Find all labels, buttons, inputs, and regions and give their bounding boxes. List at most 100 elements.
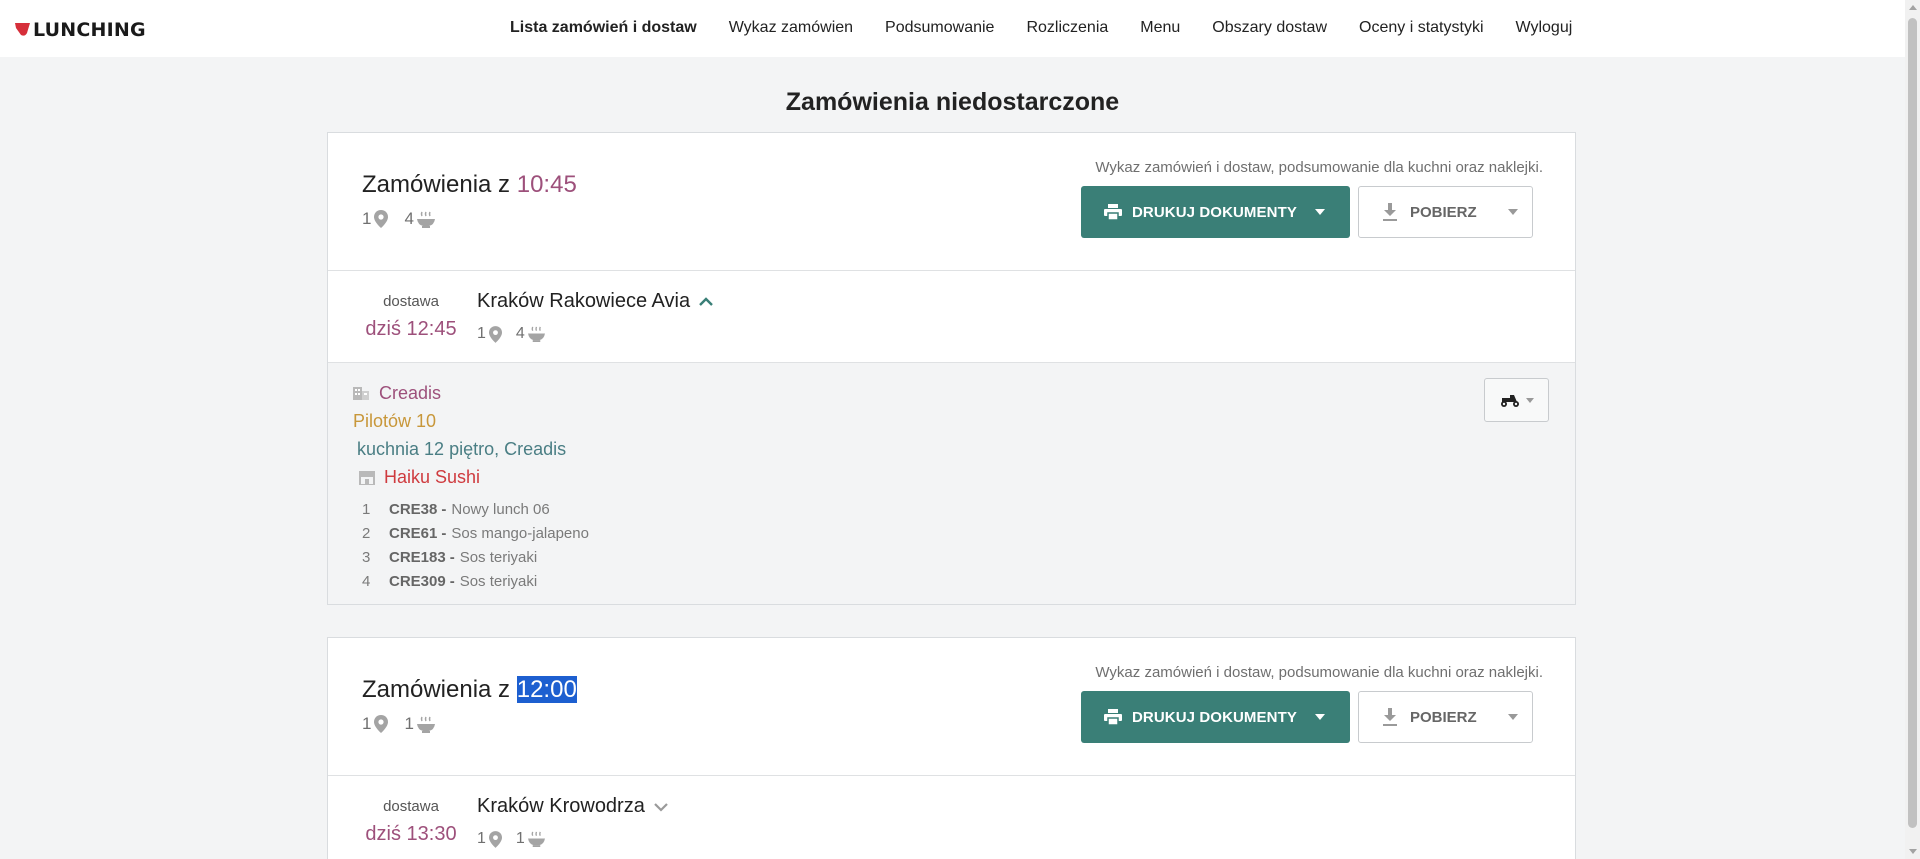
order-section-header: Zamówienia z 12:00 1 1 Wykaz zamówień i … [328, 638, 1575, 776]
list-item: 4 CRE309 - Sos teriyaki [362, 569, 589, 593]
delivery-label: dostawa [383, 798, 439, 815]
nav-item-delivery-areas[interactable]: Obszary dostaw [1212, 19, 1327, 37]
meals-count: 1 [515, 830, 525, 847]
nav-item-menu[interactable]: Menu [1140, 19, 1180, 37]
location-pin-icon [374, 210, 389, 228]
list-item: 3 CRE183 - Sos teriyaki [362, 545, 589, 569]
section-title-prefix: Zamówienia z [362, 676, 511, 703]
item-number: 4 [362, 572, 371, 590]
logo-mark-icon [15, 23, 30, 36]
printer-icon [1104, 709, 1122, 725]
chevron-down-icon [1507, 209, 1518, 215]
scroll-down-arrow-icon[interactable] [1909, 849, 1917, 854]
meals-count: 4 [515, 325, 525, 342]
nav-item-ratings[interactable]: Oceny i statystyki [1359, 19, 1483, 37]
item-name: Sos teriyaki [459, 572, 538, 590]
download-button[interactable]: POBIERZ [1358, 691, 1533, 743]
section-counts: 1 1 [362, 714, 451, 734]
scroll-up-arrow-icon[interactable] [1909, 5, 1917, 10]
section-time: 10:45 [516, 171, 577, 198]
documents-info-text: Wykaz zamówień i dostaw, podsumowanie dl… [1095, 159, 1543, 176]
printer-icon [1104, 204, 1122, 220]
page-title: Zamówienia niedostarczone [785, 88, 1120, 116]
item-name: Nowy lunch 06 [451, 500, 550, 518]
delivery-counts: 1 4 [477, 325, 559, 343]
chevron-down-icon[interactable] [653, 802, 669, 812]
logo-text: LUNCHING [33, 19, 146, 41]
section-time: 12:00 [516, 676, 577, 703]
chevron-down-icon [1314, 714, 1325, 720]
list-item: 2 CRE61 - Sos mango-jalapeno [362, 521, 589, 545]
nav-links: Lista zamówień i dostaw Wykaz zamówien P… [510, 19, 1604, 37]
item-name: Sos teriyaki [459, 548, 538, 566]
restaurant: Haiku Sushi [359, 467, 480, 488]
meal-bowl-icon [527, 326, 545, 342]
scooter-icon [1501, 395, 1519, 407]
top-navigation: LUNCHING Lista zamówień i dostaw Wykaz z… [0, 0, 1905, 57]
item-separator: - [441, 524, 447, 542]
order-items-list: 1 CRE38 - Nowy lunch 06 2 CRE61 - Sos ma… [362, 497, 589, 593]
item-separator: - [449, 572, 455, 590]
courier-select-button[interactable] [1484, 378, 1549, 422]
print-documents-button[interactable]: DRUKUJ DOKUMENTY [1081, 186, 1350, 238]
download-label: POBIERZ [1410, 708, 1477, 726]
delivery-place[interactable]: Kraków Rakowiece Avia [477, 290, 714, 313]
delivery-note: kuchnia 12 piętro, Creadis [357, 439, 567, 459]
logo[interactable]: LUNCHING [15, 19, 146, 41]
page-scrollbar[interactable] [1905, 0, 1920, 859]
section-counts: 1 4 [362, 209, 451, 229]
download-icon [1383, 202, 1397, 221]
meal-bowl-icon [416, 211, 435, 228]
scroll-thumb[interactable] [1908, 18, 1917, 828]
meal-bowl-icon [416, 716, 435, 733]
delivery-time: dziś 12:45 [365, 318, 457, 340]
section-title-prefix: Zamówienia z [362, 171, 511, 198]
chevron-down-icon [1314, 209, 1325, 215]
order-section-header: Zamówienia z 10:45 1 4 Wykaz zamówień i … [328, 133, 1575, 271]
item-separator: - [441, 500, 447, 518]
locations-count: 1 [362, 209, 372, 228]
item-number: 1 [362, 500, 371, 518]
download-button[interactable]: POBIERZ [1358, 186, 1533, 238]
order-section: Zamówienia z 12:00 1 1 Wykaz zamówień i … [327, 637, 1576, 859]
download-icon [1383, 707, 1397, 726]
delivery-place-name: Kraków Krowodrza [477, 795, 645, 817]
building-icon [353, 387, 369, 400]
print-documents-label: DRUKUJ DOKUMENTY [1132, 708, 1297, 726]
nav-item-order-list[interactable]: Lista zamówień i dostaw [510, 19, 697, 37]
delivery-row[interactable]: dostawa dziś 12:45 Kraków Rakowiece Avia… [328, 271, 1575, 363]
delivery-place[interactable]: Kraków Krowodrza [477, 795, 669, 818]
delivery-details: Creadis Pilotów 10 kuchnia 12 piętro, Cr… [328, 363, 1575, 604]
list-item: 1 CRE38 - Nowy lunch 06 [362, 497, 589, 521]
street-address: Pilotów 10 [353, 411, 437, 431]
print-documents-label: DRUKUJ DOKUMENTY [1132, 203, 1297, 221]
item-number: 3 [362, 548, 371, 566]
delivery-row[interactable]: dostawa dziś 13:30 Kraków Krowodrza 1 1 [328, 776, 1575, 859]
locations-count: 1 [477, 325, 486, 342]
meals-count: 1 [404, 714, 414, 733]
delivery-counts: 1 1 [477, 830, 559, 848]
section-title: Zamówienia z 10:45 [362, 171, 577, 199]
location-pin-icon [488, 830, 502, 848]
nav-item-summary[interactable]: Podsumowanie [885, 19, 994, 37]
print-documents-button[interactable]: DRUKUJ DOKUMENTY [1081, 691, 1350, 743]
item-code: CRE183 [389, 548, 446, 566]
location-pin-icon [374, 715, 389, 733]
nav-item-orders-report[interactable]: Wykaz zamówien [729, 19, 853, 37]
chevron-up-icon[interactable] [698, 296, 714, 307]
company: Creadis [353, 383, 441, 404]
nav-item-logout[interactable]: Wyloguj [1516, 19, 1573, 37]
delivery-label: dostawa [383, 293, 439, 310]
nav-item-settlements[interactable]: Rozliczenia [1026, 19, 1108, 37]
company-name: Creadis [379, 383, 442, 403]
location-pin-icon [488, 325, 502, 343]
item-name: Sos mango-jalapeno [451, 524, 589, 542]
documents-info-text: Wykaz zamówień i dostaw, podsumowanie dl… [1095, 664, 1543, 681]
section-title: Zamówienia z 12:00 [362, 676, 577, 704]
meal-bowl-icon [527, 831, 545, 847]
store-icon [359, 470, 375, 485]
item-separator: - [449, 548, 455, 566]
delivery-place-name: Kraków Rakowiece Avia [477, 290, 691, 312]
delivery-time: dziś 13:30 [365, 823, 457, 845]
chevron-down-icon [1526, 397, 1534, 403]
